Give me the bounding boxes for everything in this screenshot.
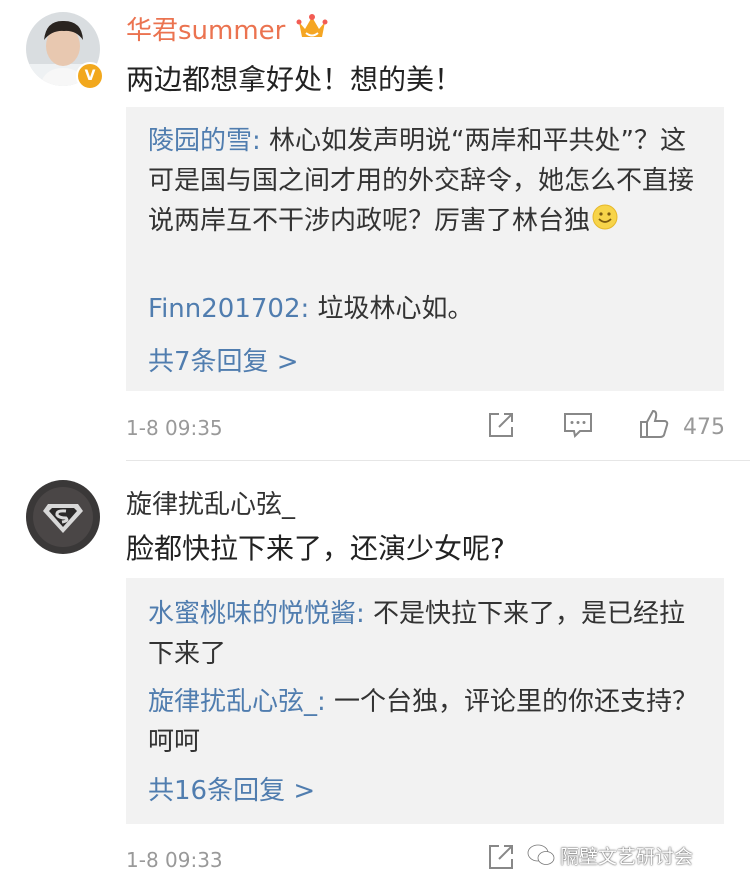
reply-item[interactable]: 旋律扰乱心弦_: 一个台独，评论里的你还支持？呵呵 xyxy=(148,682,708,762)
comment-2: 旋律扰乱心弦_ 脸都快拉下来了，还演少女呢? 水蜜桃味的悦悦酱: 不是快拉下来了… xyxy=(0,0,750,893)
reply-box[interactable]: 水蜜桃味的悦悦酱: 不是快拉下来了，是已经拉下来了 旋律扰乱心弦_: 一个台独，… xyxy=(126,578,724,824)
repost-icon[interactable] xyxy=(486,842,516,878)
reply-username[interactable]: 旋律扰乱心弦_: xyxy=(148,687,326,717)
view-more-replies-link[interactable]: 共16条回复 > xyxy=(148,770,315,807)
watermark: 隔壁文艺研讨会 xyxy=(560,846,694,868)
username[interactable]: 旋律扰乱心弦_ xyxy=(126,484,295,521)
avatar[interactable] xyxy=(26,480,100,554)
superman-logo-icon xyxy=(26,480,100,554)
reply-item[interactable]: 水蜜桃味的悦悦酱: 不是快拉下来了，是已经拉下来了 xyxy=(148,594,708,674)
comment-text: 脸都快拉下来了，还演少女呢? xyxy=(126,532,505,565)
timestamp: 1-8 09:33 xyxy=(126,848,223,872)
wechat-icon xyxy=(526,842,556,872)
reply-username[interactable]: 水蜜桃味的悦悦酱: xyxy=(148,599,365,629)
